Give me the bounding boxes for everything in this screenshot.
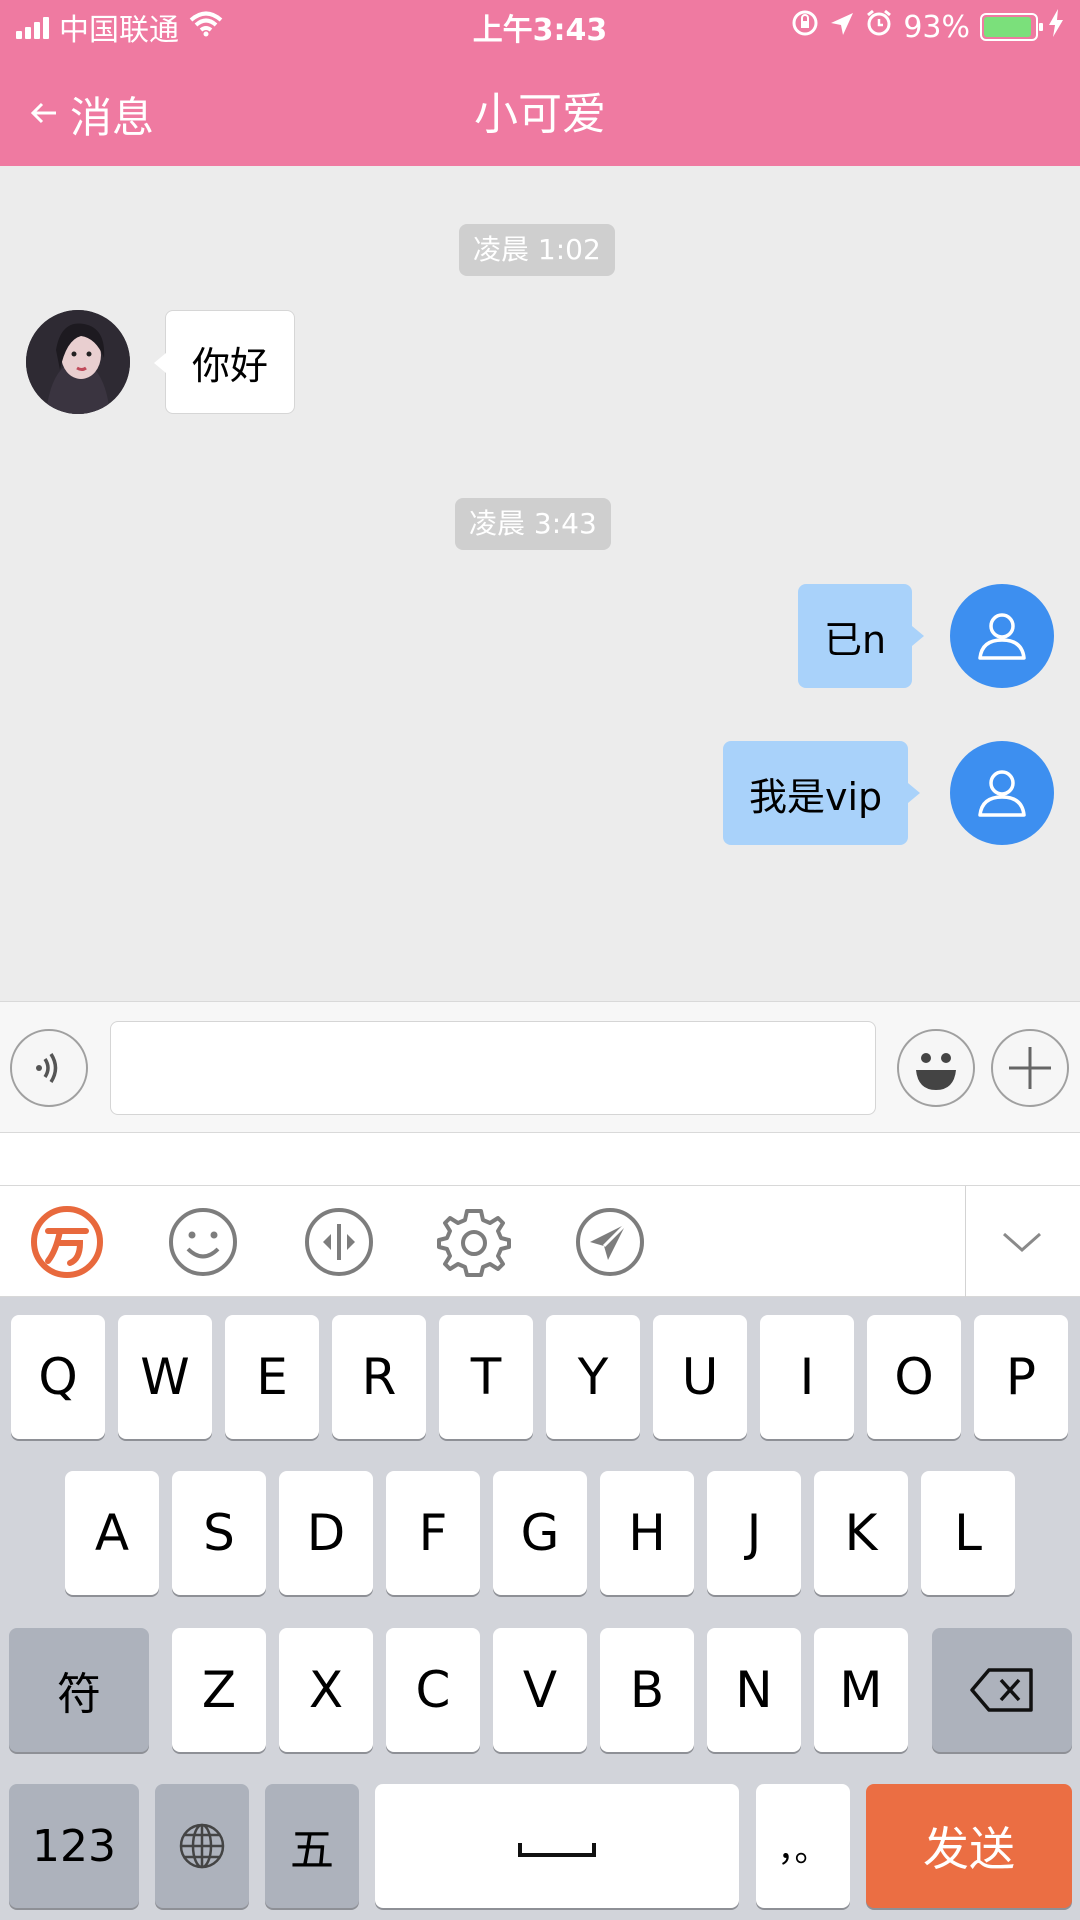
key-e[interactable]: E bbox=[225, 1315, 319, 1439]
chat-header: 消息 小可爱 bbox=[0, 54, 1080, 166]
key-j[interactable]: J bbox=[707, 1471, 801, 1595]
page-title: 小可爱 bbox=[474, 89, 606, 140]
key-b[interactable]: B bbox=[600, 1628, 694, 1752]
key-f[interactable]: F bbox=[386, 1471, 480, 1595]
key-w[interactable]: W bbox=[118, 1315, 212, 1439]
key-u[interactable]: U bbox=[653, 1315, 747, 1439]
message-text: 已n bbox=[824, 617, 887, 662]
key-y[interactable]: Y bbox=[546, 1315, 640, 1439]
emoji-icon bbox=[916, 1053, 956, 1090]
ime-toolbar bbox=[0, 1185, 1080, 1298]
key-q[interactable]: Q bbox=[11, 1315, 105, 1439]
settings-icon[interactable] bbox=[436, 1204, 512, 1280]
symbol-key[interactable]: 符 bbox=[9, 1628, 149, 1752]
message-input-bar bbox=[0, 1001, 1080, 1133]
plus-icon bbox=[1009, 1047, 1051, 1089]
timestamp: 凌晨 1:02 bbox=[459, 224, 615, 276]
orientation-lock-icon bbox=[791, 9, 819, 45]
message-bubble-sent[interactable]: 已n bbox=[798, 584, 925, 688]
voice-button[interactable] bbox=[10, 1029, 88, 1107]
alarm-icon bbox=[865, 9, 893, 45]
punctuation-key[interactable]: ，。 bbox=[756, 1784, 850, 1908]
key-n[interactable]: N bbox=[707, 1628, 801, 1752]
carrier-label: 中国联通 bbox=[59, 13, 179, 48]
status-left: 中国联通 bbox=[16, 5, 223, 49]
back-button[interactable]: 消息 bbox=[28, 84, 154, 145]
key-s[interactable]: S bbox=[172, 1471, 266, 1595]
key-v[interactable]: V bbox=[493, 1628, 587, 1752]
key-c[interactable]: C bbox=[386, 1628, 480, 1752]
share-icon[interactable] bbox=[572, 1204, 648, 1280]
status-right: 93% bbox=[791, 9, 1064, 45]
space-icon bbox=[518, 1843, 596, 1857]
cursor-move-icon[interactable] bbox=[301, 1204, 377, 1280]
signal-icon bbox=[16, 15, 49, 39]
message-bubble-sent[interactable]: 我是vip bbox=[723, 741, 921, 845]
message-list[interactable]: 凌晨 1:02 你好 凌晨 3:43 已n 我是vip bbox=[0, 166, 1080, 1001]
key-p[interactable]: P bbox=[974, 1315, 1068, 1439]
location-icon bbox=[829, 10, 855, 45]
key-x[interactable]: X bbox=[279, 1628, 373, 1752]
user-icon bbox=[978, 770, 1026, 817]
toolbar-divider bbox=[965, 1186, 966, 1298]
key-g[interactable]: G bbox=[493, 1471, 587, 1595]
more-button[interactable] bbox=[991, 1029, 1069, 1107]
key-k[interactable]: K bbox=[814, 1471, 908, 1595]
ime-logo-icon[interactable] bbox=[29, 1204, 105, 1280]
five-key[interactable]: 五 bbox=[265, 1784, 359, 1908]
key-d[interactable]: D bbox=[279, 1471, 373, 1595]
battery-percent: 93% bbox=[903, 9, 970, 45]
key-t[interactable]: T bbox=[439, 1315, 533, 1439]
send-key[interactable]: 发送 bbox=[866, 1784, 1072, 1908]
numbers-key[interactable]: 123 bbox=[9, 1784, 139, 1908]
charging-icon bbox=[1048, 9, 1064, 45]
globe-key[interactable] bbox=[155, 1784, 249, 1908]
message-input[interactable] bbox=[110, 1021, 876, 1115]
status-bar: 中国联通 上午3:43 93% bbox=[0, 0, 1080, 54]
message-text: 我是vip bbox=[749, 774, 883, 819]
key-r[interactable]: R bbox=[332, 1315, 426, 1439]
timestamp: 凌晨 3:43 bbox=[455, 498, 611, 550]
key-o[interactable]: O bbox=[867, 1315, 961, 1439]
backspace-icon bbox=[970, 1668, 1033, 1712]
keyboard: Q W E R T Y U I O P A S D F G H J K L 符 … bbox=[0, 1297, 1080, 1920]
backspace-key[interactable] bbox=[932, 1628, 1072, 1752]
message-bubble-received[interactable]: 你好 bbox=[153, 310, 296, 414]
space-key[interactable] bbox=[375, 1784, 739, 1908]
emoji-icon[interactable] bbox=[165, 1204, 241, 1280]
globe-icon bbox=[179, 1823, 225, 1869]
input-spacer bbox=[0, 1133, 1080, 1185]
voice-icon bbox=[36, 1053, 58, 1083]
my-avatar[interactable] bbox=[950, 741, 1054, 845]
key-i[interactable]: I bbox=[760, 1315, 854, 1439]
wifi-icon bbox=[189, 10, 223, 45]
key-a[interactable]: A bbox=[65, 1471, 159, 1595]
chevron-down-icon[interactable] bbox=[984, 1204, 1060, 1280]
back-arrow-icon bbox=[28, 90, 60, 139]
contact-avatar[interactable] bbox=[26, 310, 130, 414]
user-icon bbox=[978, 613, 1026, 660]
key-z[interactable]: Z bbox=[172, 1628, 266, 1752]
key-m[interactable]: M bbox=[814, 1628, 908, 1752]
message-text: 你好 bbox=[192, 343, 269, 388]
my-avatar[interactable] bbox=[950, 584, 1054, 688]
battery-icon bbox=[980, 13, 1043, 41]
back-label: 消息 bbox=[70, 93, 155, 142]
key-h[interactable]: H bbox=[600, 1471, 694, 1595]
emoji-button[interactable] bbox=[897, 1029, 975, 1107]
key-l[interactable]: L bbox=[921, 1471, 1015, 1595]
